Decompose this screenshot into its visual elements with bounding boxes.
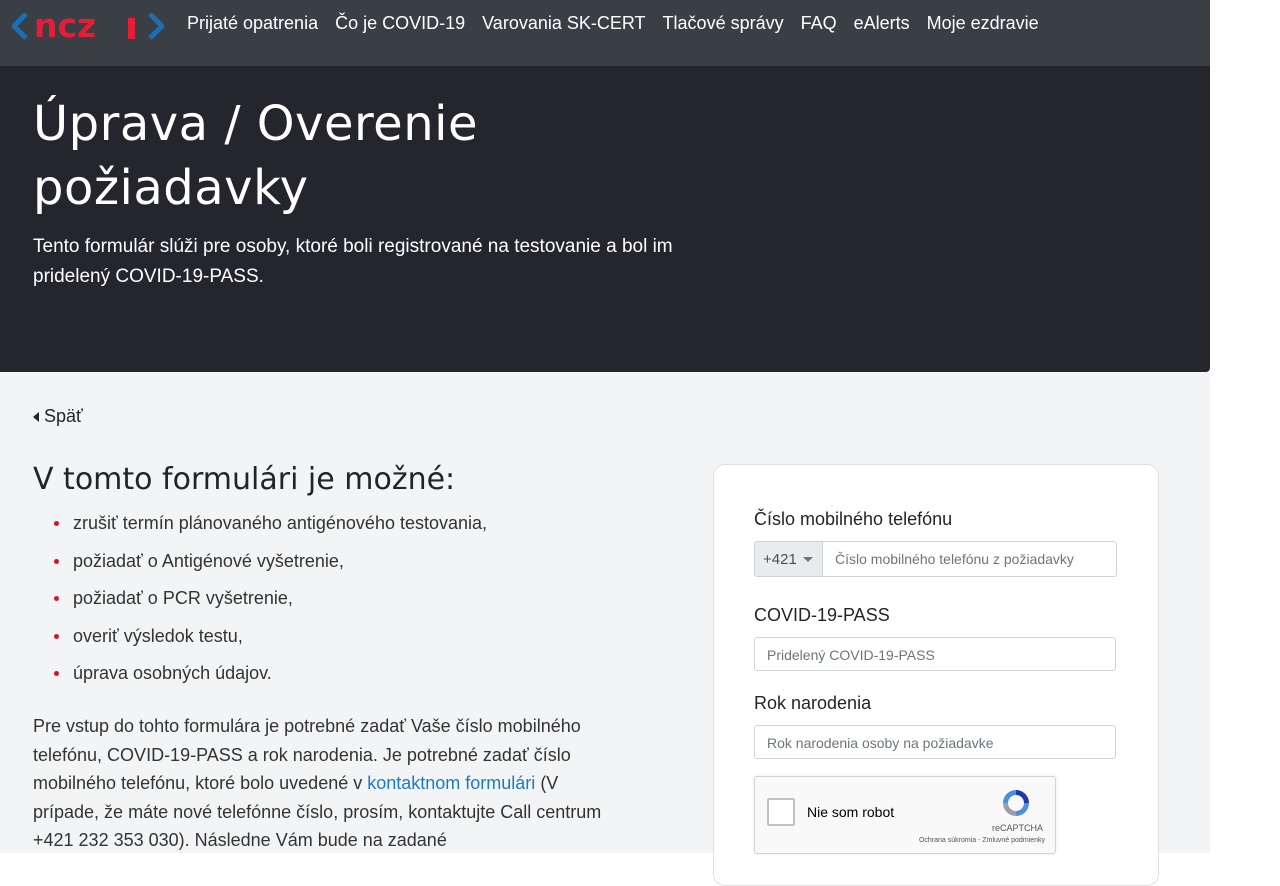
page-subtitle-line2: pridelený COVID-19-PASS.	[33, 266, 264, 287]
page-subtitle: Tento formulár slúži pre osoby, ktoré bo…	[33, 232, 733, 292]
list-item-text: overiť výsledok testu,	[73, 625, 243, 646]
info-list: zrušiť termín plánovaného antigénového t…	[33, 505, 487, 693]
phone-prefix-select[interactable]: +421	[754, 541, 823, 577]
nav-link-ealerts[interactable]: eAlerts	[854, 11, 910, 35]
nav-link-faq[interactable]: FAQ	[801, 11, 837, 35]
birth-year-input[interactable]: Rok narodenia osoby na požiadavke	[754, 725, 1116, 759]
hero-banner: Úprava / Overenie požiadavky Tento formu…	[0, 66, 1210, 372]
recaptcha-widget: Nie som robot reCAPTCHA Ochrana súkromia…	[754, 776, 1056, 854]
back-link[interactable]: Späť	[33, 406, 83, 427]
caret-left-icon	[33, 411, 39, 422]
list-item: požiadať o Antigénové vyšetrenie,	[33, 543, 487, 581]
list-item-text: zrušiť termín plánovaného antigénového t…	[73, 513, 488, 533]
nav-links: Prijaté opatrenia Čo je COVID-19 Varovan…	[187, 11, 1056, 35]
nczi-logo[interactable]: ncz	[12, 9, 164, 43]
contact-form-link[interactable]: kontaktnom formulári	[367, 773, 535, 793]
phone-input-group: +421 Číslo mobilného telefónu z požiadav…	[754, 541, 1117, 577]
login-form-card: Číslo mobilného telefónu +421 Číslo mobi…	[713, 464, 1159, 886]
page-title: Úprava / Overenie požiadavky	[33, 92, 593, 220]
recaptcha-brand: reCAPTCHA	[991, 823, 1043, 833]
year-label: Rok narodenia	[754, 693, 872, 713]
list-item: úprava osobných údajov.	[33, 655, 487, 693]
nav-link-varovania-sk-cert[interactable]: Varovania SK-CERT	[482, 11, 645, 35]
phone-label: Číslo mobilného telefónu	[754, 509, 953, 529]
nav-link-prijate-opatrenia[interactable]: Prijaté opatrenia	[187, 11, 318, 35]
pass-label: COVID-19-PASS	[754, 605, 890, 625]
recaptcha-icon	[1003, 790, 1029, 816]
page-subtitle-line1: Tento formulár slúži pre osoby, ktoré bo…	[33, 236, 673, 257]
top-navbar: ncz Prijaté opatrenia Čo je COVID-19 Var…	[0, 0, 1210, 66]
logo-text: ncz	[34, 9, 96, 43]
phone-input[interactable]: Číslo mobilného telefónu z požiadavky	[823, 541, 1117, 577]
pass-input[interactable]: Pridelený COVID-19-PASS	[754, 637, 1116, 671]
list-item-text: požiadať o Antigénové vyšetrenie,	[73, 550, 344, 571]
chevron-down-icon	[802, 556, 813, 562]
info-title: V tomto formulári je možné:	[33, 462, 456, 497]
bullet-icon	[54, 521, 59, 526]
info-paragraph: Pre vstup do tohto formulára je potrebné…	[33, 712, 613, 855]
nav-link-tlacove-spravy[interactable]: Tlačové správy	[663, 11, 784, 35]
recaptcha-label: Nie som robot	[807, 804, 895, 820]
nav-link-moje-ezdravie[interactable]: Moje ezdravie	[927, 11, 1039, 35]
recaptcha-terms-link[interactable]: Ochrana súkromia - Zmluvné podmienky	[919, 837, 1045, 844]
back-label: Späť	[44, 406, 83, 426]
list-item-text: úprava osobných údajov.	[73, 663, 272, 683]
page-background: ncz Prijaté opatrenia Čo je COVID-19 Var…	[0, 0, 1210, 886]
phone-prefix-value: +421	[763, 550, 797, 568]
bullet-icon	[54, 596, 59, 601]
list-item: požiadať o PCR vyšetrenie,	[33, 580, 487, 618]
list-item: zrušiť termín plánovaného antigénového t…	[33, 505, 487, 543]
page-title-line2: požiadavky	[33, 160, 309, 216]
bullet-icon	[54, 671, 59, 676]
bullet-icon	[54, 633, 59, 639]
nav-link-co-je-covid[interactable]: Čo je COVID-19	[335, 11, 465, 35]
list-item-text: požiadať o PCR vyšetrenie,	[73, 588, 293, 608]
list-item: overiť výsledok testu,	[33, 618, 487, 656]
recaptcha-checkbox[interactable]	[767, 798, 795, 826]
bullet-icon	[54, 558, 59, 564]
page-title-line1: Úprava / Overenie	[33, 96, 478, 152]
